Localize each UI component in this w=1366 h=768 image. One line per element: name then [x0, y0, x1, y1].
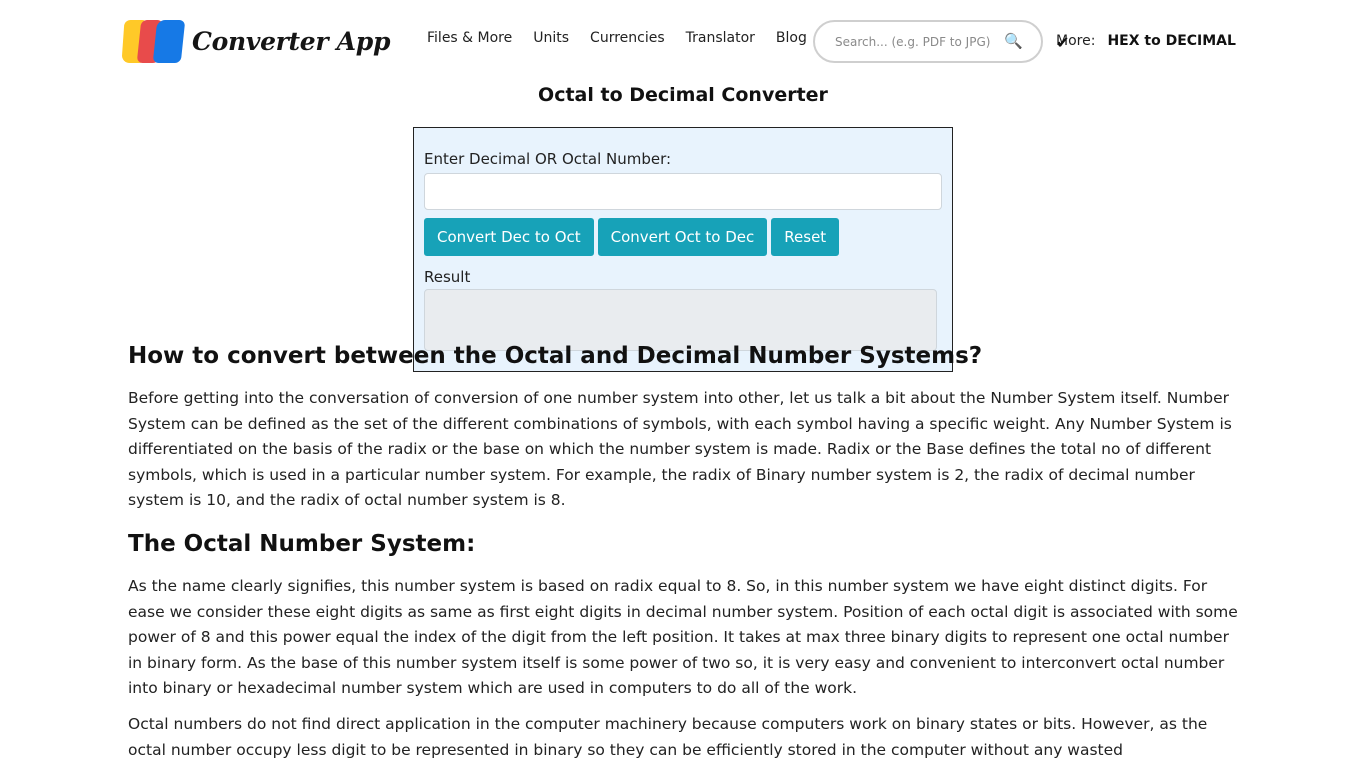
search-icon[interactable]: 🔍: [1004, 32, 1023, 50]
search-input[interactable]: [835, 34, 1003, 49]
nav-item-currencies[interactable]: Currencies: [590, 30, 665, 46]
section-heading: The Octal Number System:: [128, 530, 476, 557]
more-selector: More: HEX to DECIMAL: [1056, 33, 1239, 49]
nav-item-files[interactable]: Files & More: [427, 30, 512, 46]
logo-icon: [121, 20, 186, 63]
brand-name: Converter App: [192, 27, 391, 56]
chevron-down-icon[interactable]: ✔: [1056, 33, 1069, 52]
paragraph: As the name clearly signifies, this numb…: [128, 576, 1238, 698]
nav-item-units[interactable]: Units: [533, 30, 569, 46]
main-nav: Files & More Units Currencies Translator…: [427, 30, 828, 46]
page-title: Octal to Decimal Converter: [538, 84, 828, 106]
more-select[interactable]: HEX to DECIMAL: [1107, 33, 1239, 49]
convert-oct-to-dec-button[interactable]: Convert Oct to Dec: [597, 218, 768, 256]
converter-panel: Enter Decimal OR Octal Number: Convert D…: [413, 127, 953, 372]
number-input[interactable]: [424, 173, 942, 210]
nav-item-translator[interactable]: Translator: [686, 30, 755, 46]
converter-buttons: Convert Dec to Oct Convert Oct to Dec Re…: [424, 218, 843, 256]
search-box: 🔍: [813, 20, 1043, 63]
logo[interactable]: Converter App: [121, 20, 391, 63]
result-label: Result: [424, 268, 471, 286]
input-label: Enter Decimal OR Octal Number:: [424, 150, 672, 168]
paragraph: Octal numbers do not find direct applica…: [128, 714, 1208, 759]
site-header: Converter App Files & More Units Currenc…: [0, 0, 1366, 80]
paragraph: Before getting into the conversation of …: [128, 389, 1232, 510]
nav-item-blog[interactable]: Blog: [776, 30, 807, 46]
convert-dec-to-oct-button[interactable]: Convert Dec to Oct: [424, 218, 594, 256]
section-heading: How to convert between the Octal and Dec…: [128, 343, 983, 369]
reset-button[interactable]: Reset: [771, 218, 840, 256]
article: How to convert between the Octal and Dec…: [128, 340, 1240, 768]
